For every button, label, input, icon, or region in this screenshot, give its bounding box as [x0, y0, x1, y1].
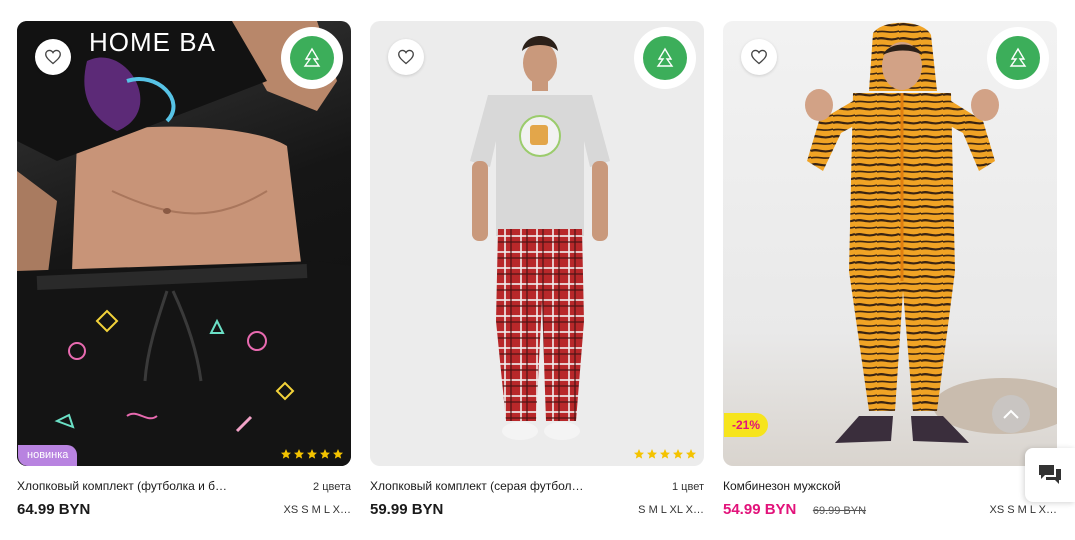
color-count: 1 цвет	[672, 481, 704, 493]
heart-outline-icon	[45, 49, 61, 65]
tree-icon	[656, 47, 674, 67]
star-icon	[294, 449, 304, 459]
product-photo[interactable]	[370, 21, 704, 466]
shirt-print-text: HOME BA	[89, 27, 216, 57]
new-year-collection-seal	[634, 27, 696, 89]
tree-icon	[303, 47, 321, 67]
new-badge: новинка	[18, 445, 78, 466]
favorite-button[interactable]	[388, 39, 424, 75]
chat-icon	[1039, 465, 1061, 484]
size-list: S M L XL X…	[638, 504, 704, 516]
chevron-up-icon	[1003, 409, 1019, 419]
new-year-collection-seal	[987, 27, 1049, 89]
product-name[interactable]: Хлопковый комплект (серая футбол…	[370, 479, 610, 493]
old-price: 69.99 BYN	[812, 505, 867, 517]
product-price: 59.99 BYN	[370, 501, 444, 518]
product-photo-illustration	[470, 36, 610, 440]
discount-badge: -21%	[724, 413, 769, 437]
product-name[interactable]: Хлопковый комплект (футболка и б…	[17, 479, 257, 493]
star-icon	[320, 449, 330, 459]
heart-outline-icon	[398, 49, 414, 65]
star-icon	[660, 449, 670, 459]
chat-button[interactable]	[1025, 448, 1075, 502]
product-photo-illustration: HOME BA	[17, 21, 351, 466]
star-icon	[634, 449, 644, 459]
favorite-button[interactable]	[741, 39, 777, 75]
tree-icon	[1009, 47, 1027, 67]
rating-stars	[633, 448, 697, 460]
product-card[interactable]: Хлопковый комплект (серая футбол… 1 цвет…	[370, 21, 704, 519]
product-grid: HOME BA новинка Хлопковый комплект (футб…	[17, 21, 1057, 519]
scroll-up-button[interactable]	[992, 395, 1030, 433]
size-list: XS S M L X…	[283, 504, 351, 516]
star-icon	[281, 449, 291, 459]
favorite-button[interactable]	[35, 39, 71, 75]
product-price: 54.99 BYN	[723, 501, 797, 518]
product-card[interactable]: HOME BA новинка Хлопковый комплект (футб…	[17, 21, 351, 519]
product-price: 64.99 BYN	[17, 501, 91, 518]
rating-stars	[280, 448, 344, 460]
star-icon	[673, 449, 683, 459]
star-icon	[333, 449, 343, 459]
product-photo[interactable]: HOME BA новинка	[17, 21, 351, 466]
star-icon	[686, 449, 696, 459]
product-name[interactable]: Комбинезон мужской	[723, 479, 963, 493]
color-count: 2 цвета	[313, 481, 351, 493]
new-year-collection-seal	[281, 27, 343, 89]
star-icon	[307, 449, 317, 459]
size-list: XS S M L X…	[989, 504, 1057, 516]
heart-outline-icon	[751, 49, 767, 65]
product-card[interactable]: -21% Комбинезон мужской 54.99 BYN 69.99 …	[723, 21, 1057, 519]
star-icon	[647, 449, 657, 459]
